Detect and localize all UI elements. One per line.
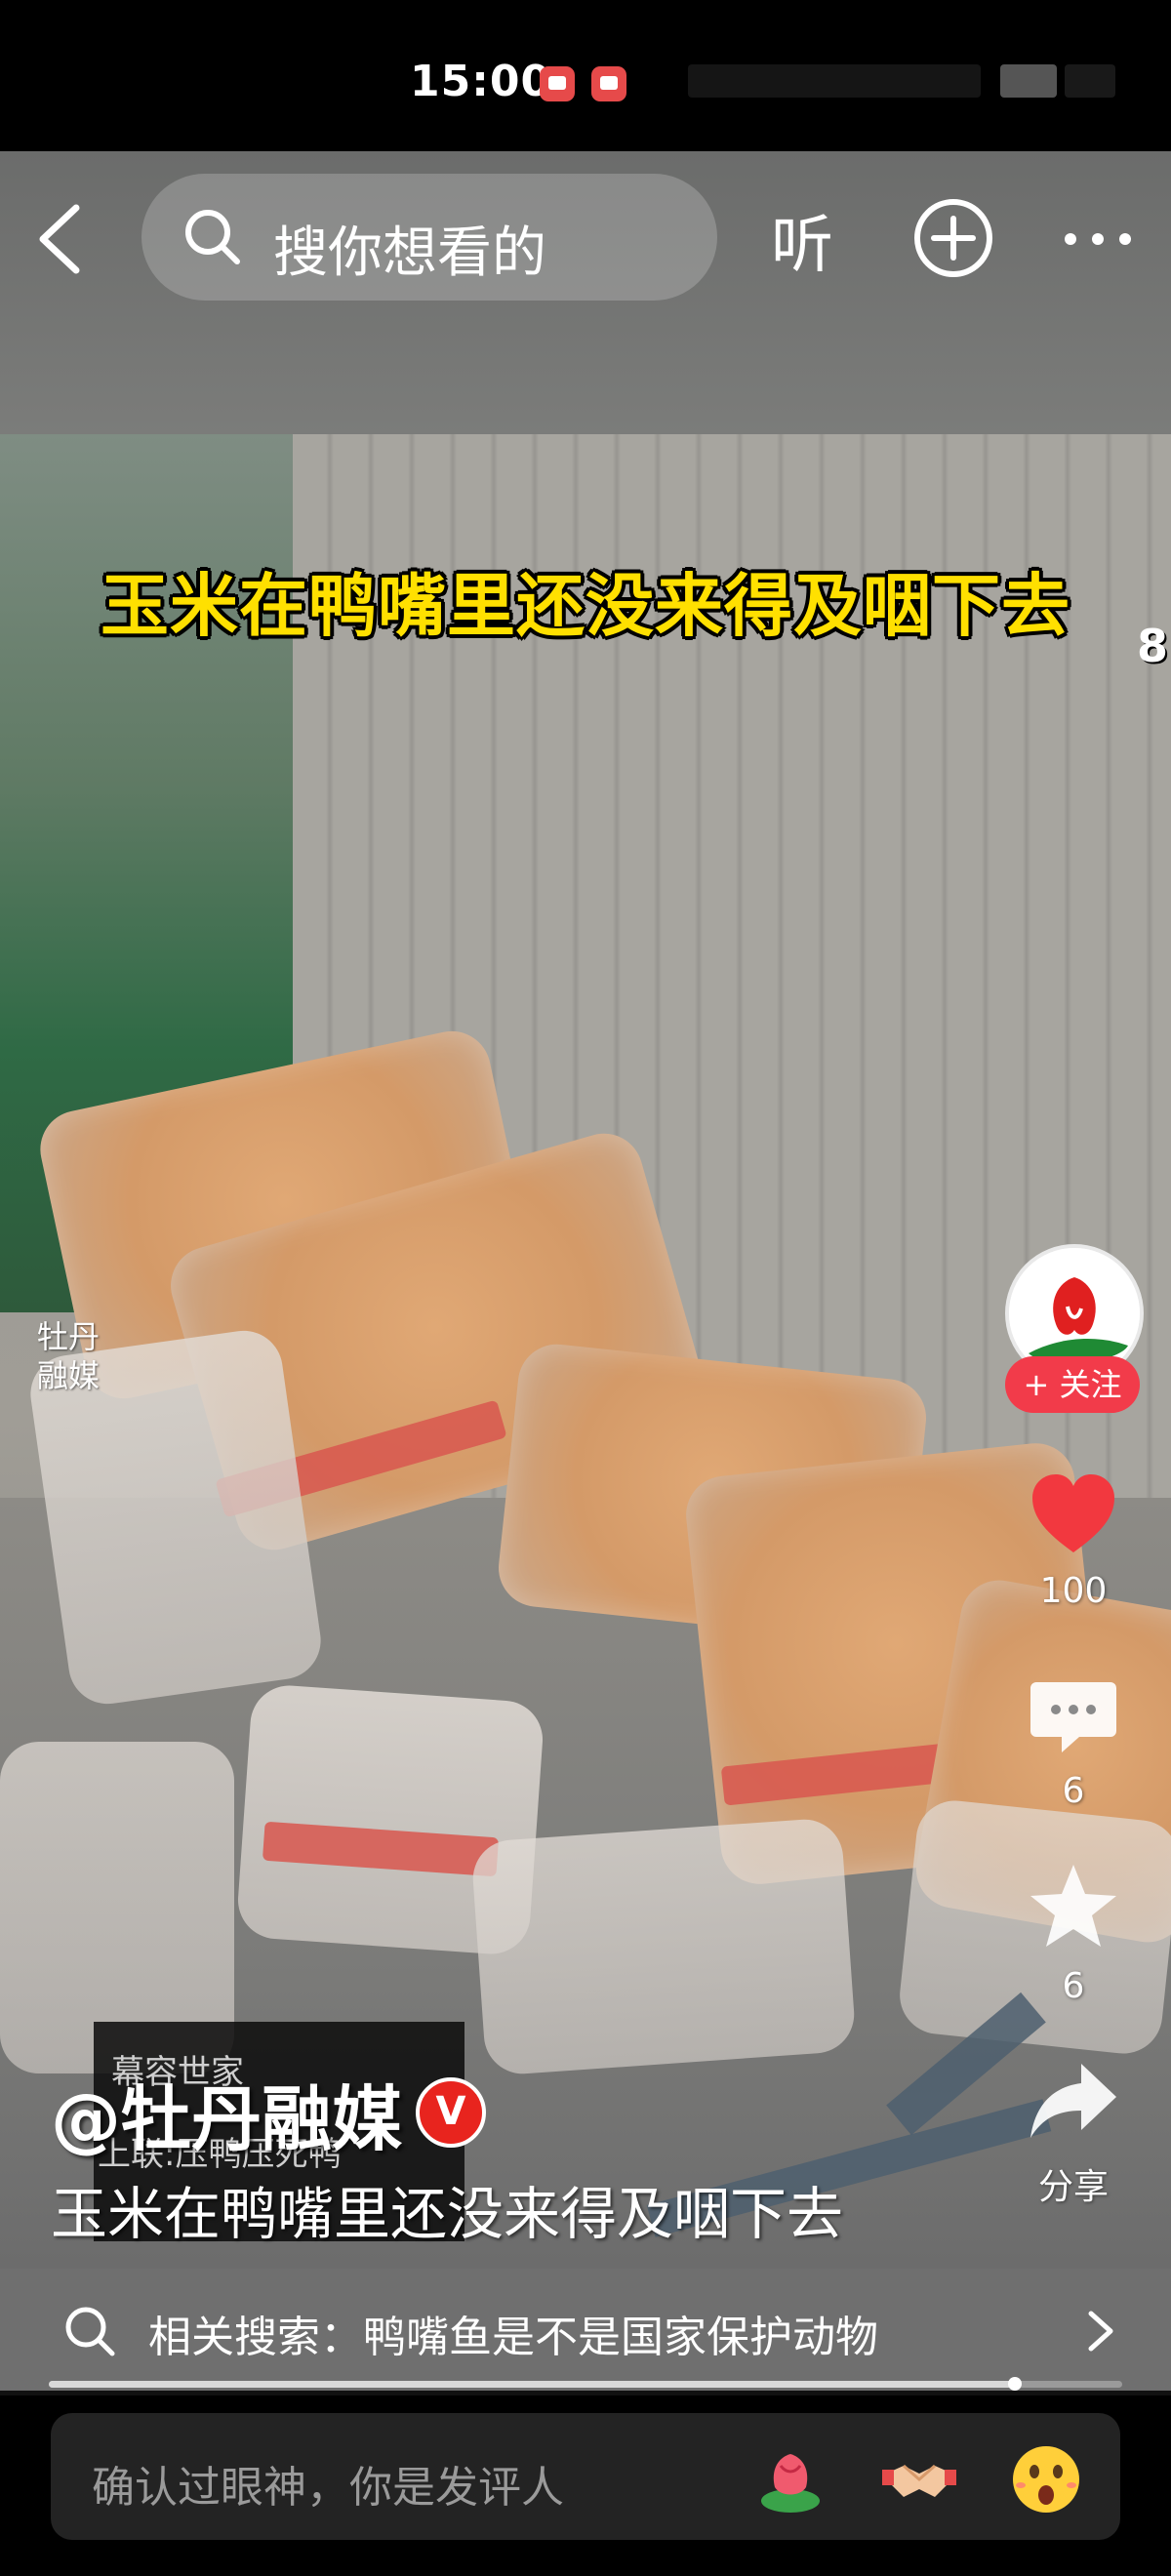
search-placeholder: 搜你想看的 <box>273 221 546 285</box>
related-search-text: 相关搜索：鸭嘴鱼是不是国家保护动物 <box>148 2313 878 2362</box>
back-button[interactable] <box>29 200 92 278</box>
share-button[interactable] <box>1027 2054 1120 2148</box>
comment-button[interactable] <box>1027 1669 1120 1762</box>
flower-emoji-icon <box>761 2454 820 2513</box>
comment-count: 6 <box>1062 1771 1085 1811</box>
progress-handle[interactable] <box>1008 2377 1022 2391</box>
favorite-button[interactable] <box>1027 1859 1120 1952</box>
add-button[interactable] <box>912 197 994 279</box>
status-bar: 15:00 <box>0 0 1171 151</box>
surprised-face-emoji-icon <box>1013 2446 1079 2513</box>
comment-input[interactable]: 确认过眼神，你是发评人 <box>51 2413 1120 2540</box>
follow-button[interactable]: + 关注 <box>1005 1356 1140 1413</box>
app-notification-icon <box>540 66 575 101</box>
listen-button[interactable]: 听 <box>771 195 833 285</box>
search-bar[interactable]: 搜你想看的 <box>141 174 717 301</box>
chevron-right-icon <box>1088 2311 1113 2352</box>
comment-bubble-icon <box>1030 1682 1116 1752</box>
search-icon <box>185 210 240 264</box>
author-row[interactable]: @牡丹融媒 V <box>51 2069 487 2160</box>
search-icon <box>65 2307 115 2356</box>
comment-placeholder: 确认过眼神，你是发评人 <box>92 2463 564 2513</box>
like-count: 100 <box>1039 1571 1108 1611</box>
favorite-count: 6 <box>1062 1966 1085 2006</box>
chevron-left-icon <box>39 204 80 274</box>
app-notification-icon <box>591 66 626 101</box>
video-title: 玉米在鸭嘴里还没来得及咽下去 <box>51 2181 844 2247</box>
star-icon <box>1030 1865 1116 1947</box>
more-dots-icon <box>1065 233 1131 245</box>
heart-icon <box>1032 1474 1114 1552</box>
video-caption: 玉米在鸭嘴里还没来得及咽下去 <box>101 566 1070 646</box>
author-name[interactable]: @牡丹融媒 <box>51 2062 402 2164</box>
progress-fill <box>49 2381 1015 2388</box>
bottom-comment-bar: 确认过眼神，你是发评人 <box>0 2395 1171 2576</box>
channel-watermark: 牡丹 融媒 <box>37 1318 101 1394</box>
status-indicators <box>688 59 1117 105</box>
handshake-emoji-icon <box>882 2464 956 2497</box>
verified-badge: V <box>416 2077 487 2148</box>
like-button[interactable] <box>1027 1469 1120 1562</box>
plus-circle-icon <box>914 199 992 277</box>
status-time: 15:00 <box>410 57 552 106</box>
video-edge-text: 8 <box>1137 620 1169 672</box>
video-progress-bar[interactable] <box>49 2377 1122 2391</box>
share-label: 分享 <box>1037 2167 1109 2207</box>
related-search-bar[interactable]: 相关搜索：鸭嘴鱼是不是国家保护动物 <box>0 2269 1171 2391</box>
video-player[interactable]: 玉米在鸭嘴里还没来得及咽下去 8 牡丹 融媒 <box>0 151 1171 2269</box>
more-options-button[interactable] <box>1059 205 1137 273</box>
share-arrow-icon <box>1030 2064 1116 2138</box>
